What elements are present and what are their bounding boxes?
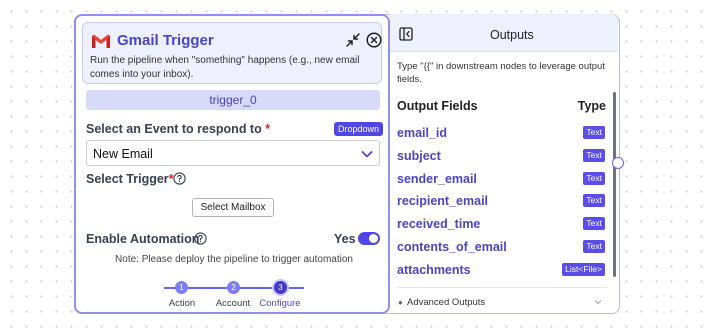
advanced-outputs-toggle[interactable]: Advanced Outputs [407,297,485,308]
automation-label: Enable Automation [86,232,200,246]
node-title: Gmail Trigger [117,32,214,49]
chevron-down-icon [361,151,373,158]
automation-note: Note: Please deploy the pipeline to trig… [115,254,353,265]
minimize-icon[interactable] [346,33,360,47]
event-select-value: New Email [93,147,153,161]
select-mailbox-button[interactable]: Select Mailbox [192,198,274,217]
output-field-type-badge: List<File> [562,263,605,276]
event-field-label: Select an Event to respond to * [86,122,270,136]
outputs-scrollbar[interactable] [613,92,616,277]
node-description: Run the pipeline when "something" happen… [90,55,360,80]
output-field-type-badge: Text [583,194,605,207]
output-field-type-badge: Text [583,172,605,185]
output-connection-handle[interactable] [612,157,624,169]
outputs-title: Outputs [490,28,534,42]
output-field-row[interactable]: sender_email Text [397,170,605,188]
required-mark: * [265,122,271,136]
output-field-row[interactable]: received_time Text [397,215,605,233]
node-id-label: trigger_0 [86,90,380,110]
dropdown-badge[interactable]: Dropdown [334,122,384,136]
output-field-row[interactable]: attachments List<File> [397,261,605,279]
step-1-label: Action [168,298,196,309]
output-field-name: received_time [397,217,481,231]
output-type-header: Type [577,99,606,113]
output-field-type-badge: Text [583,240,605,253]
help-icon[interactable] [173,172,186,185]
output-field-name: contents_of_email [397,240,507,254]
automation-toggle[interactable] [358,232,380,245]
output-field-name: sender_email [397,172,477,186]
trigger-label-text: Select Trigger [86,172,169,186]
gmail-icon [92,34,110,48]
output-field-name: attachments [397,263,471,277]
step-1-dot[interactable]: 1 [175,281,188,294]
event-label-text: Select an Event to respond to [86,122,262,136]
output-field-type-badge: Text [583,149,605,162]
wizard-stepper: 1 2 3 Action Account Configure [164,280,304,310]
trigger-field-label: Select Trigger* [86,172,174,186]
divider [397,287,607,288]
chevron-down-icon[interactable] [594,298,602,306]
collapse-panel-icon[interactable] [399,27,413,41]
step-3-label: Configure [259,298,301,309]
output-field-row[interactable]: subject Text [397,147,605,165]
output-field-name: recipient_email [397,194,489,208]
output-field-type-badge: Text [583,217,605,230]
output-field-name: email_id [397,126,448,140]
outputs-hint: Type "{{" in downstream nodes to leverag… [397,61,605,85]
bullet-icon: ● [398,298,403,307]
event-select[interactable]: New Email [86,140,380,166]
step-2-dot[interactable]: 2 [227,281,240,294]
automation-value-label: Yes [334,232,356,246]
output-field-name: subject [397,149,441,163]
node-config-panel: Gmail Trigger Run the pipeline when "som… [74,14,390,314]
output-field-type-badge: Text [583,126,605,139]
output-fields-header: Output Fields [397,99,478,113]
toggle-knob [369,234,378,243]
help-icon[interactable] [194,232,207,245]
step-3-dot[interactable]: 3 [274,281,287,294]
output-field-row[interactable]: recipient_email Text [397,192,605,210]
output-field-row[interactable]: contents_of_email Text [397,238,605,256]
output-field-row[interactable]: email_id Text [397,124,605,142]
node-header: Gmail Trigger Run the pipeline when "som… [82,22,382,84]
outputs-panel: Outputs Type "{{" in downstream nodes to… [390,14,620,314]
step-2-label: Account [215,298,251,309]
outputs-header: Outputs [390,14,618,52]
close-icon[interactable] [366,32,382,48]
